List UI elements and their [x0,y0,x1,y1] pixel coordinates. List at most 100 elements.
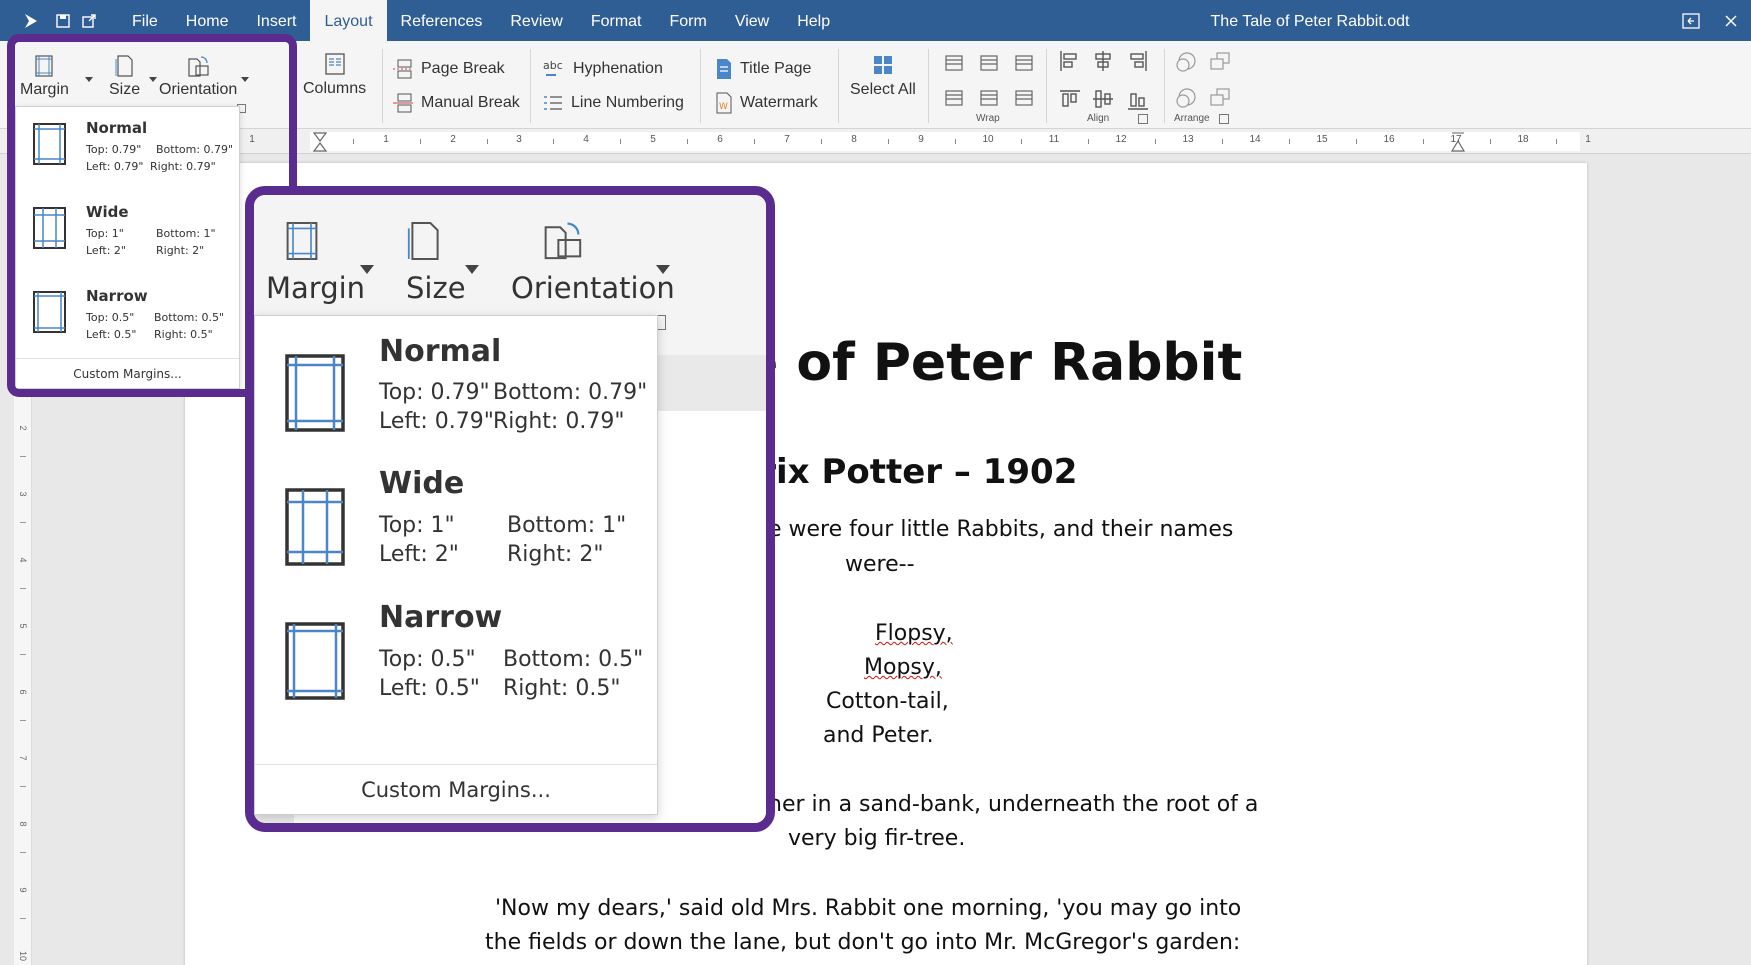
size-icon [407,222,439,260]
zoomed-margin-dropdown-menu: Normal Top: 0.79" Bottom: 0.79" Left: 0.… [254,315,658,815]
menu-view[interactable]: View [721,0,783,41]
narrow-margin-icon [285,622,345,700]
preset-left: Left: 0.79" [379,409,494,434]
doc-paragraph-line: e were four little Rabbits, and their na… [768,517,1234,542]
doc-paragraph-line: the fields or down the lane, but don't g… [485,930,1241,955]
select-all-label: Select All [850,81,916,98]
margin-icon [286,222,318,260]
arrange-launcher-icon[interactable] [1219,114,1229,124]
ruler-number: 6 [717,134,723,145]
preset-bottom: Bottom: 0.79" [493,380,648,405]
margin-dropdown-icon[interactable] [360,265,374,274]
ruler-number: 10 [982,134,994,145]
preset-name: Narrow [379,600,503,635]
margin-label[interactable]: Margin [266,271,365,305]
menu-layout[interactable]: Layout [310,0,387,41]
menu-help[interactable]: Help [783,0,844,41]
manual-break-label: Manual Break [421,94,520,111]
manual-break-icon [393,93,413,113]
ruler-number: 15 [1316,134,1328,145]
line-numbering-label: Line Numbering [571,94,684,111]
doc-paragraph-line: were-- [845,552,915,577]
ruler-number: 1 [383,134,389,145]
watermark-button[interactable]: W Watermark [715,90,818,116]
select-all-button[interactable]: Select All [850,54,916,99]
ruler-number: 12 [1115,134,1127,145]
menu-review[interactable]: Review [496,0,576,41]
ruler-number: 3 [516,134,522,145]
ruler-number: 14 [1249,134,1261,145]
preset-bottom: Bottom: 1" [507,513,627,538]
ruler-number: 2 [450,134,456,145]
custom-margins-item[interactable]: Custom Margins... [255,764,657,814]
title-page-button[interactable]: Title Page [715,56,811,82]
watermark-icon: W [716,92,732,114]
restore-icon[interactable] [1671,0,1711,41]
ruler-number: 16 [1383,134,1395,145]
menu-form[interactable]: Form [656,0,721,41]
watermark-label: Watermark [740,94,818,111]
preset-top: Top: 0.79" [379,380,490,405]
preset-right: Right: 0.5" [503,676,621,701]
ruler-number: 1 [1585,134,1591,145]
ruler-number: 5 [650,134,656,145]
columns-icon [324,53,345,75]
title-page-label: Title Page [740,60,812,77]
doc-name-line: Flopsy, [875,621,953,646]
manual-break-button[interactable]: Manual Break [392,90,520,116]
ruler-number: 9 [918,134,924,145]
wrap-icons[interactable] [943,51,1043,113]
page-break-icon [393,59,413,79]
wide-margin-icon [285,488,345,566]
title-page-icon [717,59,731,79]
doc-paragraph-line: her in a sand-bank, underneath the root … [768,792,1259,817]
align-label: Align [1087,113,1110,124]
margin-preset-wide[interactable]: Wide Top: 1" Bottom: 1" Left: 2" Right: … [255,466,657,616]
svg-text:W: W [719,102,728,112]
align-icons[interactable] [1058,49,1158,113]
ruler-number: 5 [18,623,28,629]
ruler-number: 3 [18,491,28,497]
doc-heading: e of Peter Rabbit [743,333,1243,393]
size-dropdown-icon[interactable] [465,265,479,274]
left-indent-marker-icon[interactable] [312,132,328,152]
normal-margin-icon [285,354,345,432]
ruler-number: 8 [851,134,857,145]
doc-subheading: trix Potter – 1902 [743,452,1078,492]
align-launcher-icon[interactable] [1138,114,1148,124]
columns-button[interactable]: Columns [303,52,366,98]
preset-top: Top: 0.5" [379,647,476,672]
ruler-number: 4 [18,557,28,563]
preset-bottom: Bottom: 0.5" [503,647,644,672]
ruler-number: 4 [583,134,589,145]
preset-top: Top: 1" [379,513,455,538]
page-break-label: Page Break [421,60,505,77]
hyphenation-icon: abc [543,59,563,76]
ruler-number: 11 [1048,134,1060,145]
page-break-button[interactable]: Page Break [392,56,505,82]
doc-paragraph-line: 'Now my dears,' said old Mrs. Rabbit one… [495,896,1242,921]
margin-preset-normal[interactable]: Normal Top: 0.79" Bottom: 0.79" Left: 0.… [255,316,657,466]
svg-text:abc: abc [543,59,563,72]
size-label[interactable]: Size [406,271,466,305]
margin-preset-narrow[interactable]: Narrow Top: 0.5" Bottom: 0.5" Left: 0.5"… [255,600,657,766]
menu-references[interactable]: References [387,0,497,41]
orientation-label[interactable]: Orientation [511,271,675,305]
orientation-dropdown-icon[interactable] [656,265,670,274]
ruler-number: 8 [18,821,28,827]
ruler-number: 6 [18,689,28,695]
menu-format[interactable]: Format [577,0,656,41]
columns-label: Columns [303,80,367,97]
preset-left: Left: 2" [379,542,459,567]
doc-name-line: and Peter. [823,723,934,748]
ruler-number: 18 [1517,134,1529,145]
wrap-label: Wrap [976,113,1000,124]
arrange-icons[interactable] [1175,49,1235,113]
hyphenation-button[interactable]: abc Hyphenation [542,56,663,82]
preset-name: Normal [379,334,502,369]
preset-right: Right: 2" [507,542,604,567]
ruler-number: 7 [784,134,790,145]
window-controls [1671,0,1751,41]
line-numbering-button[interactable]: Line Numbering [542,90,684,116]
close-icon[interactable] [1711,0,1751,41]
